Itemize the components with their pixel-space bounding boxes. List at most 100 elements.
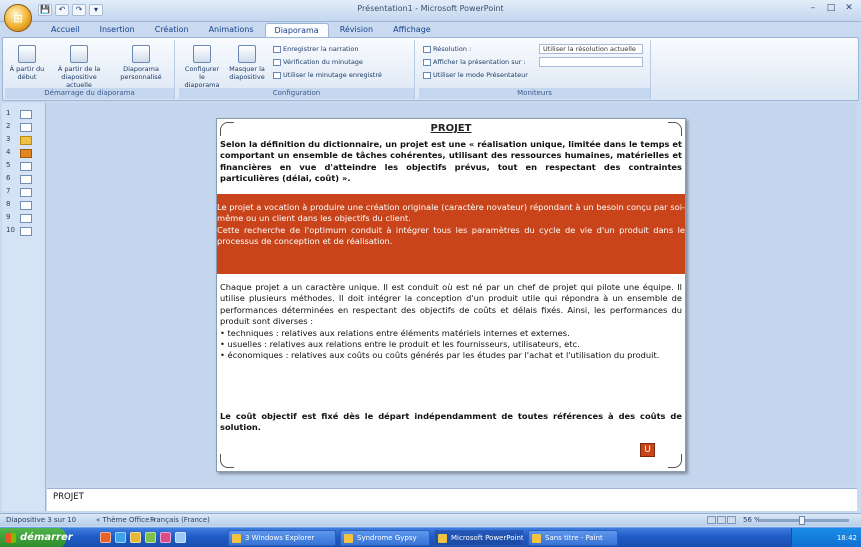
tab-accueil[interactable]: Accueil bbox=[42, 23, 89, 37]
record-narration-button[interactable]: Enregistrer la narration bbox=[273, 44, 359, 54]
maximize-button[interactable]: □ bbox=[823, 3, 839, 15]
quick-launch-icon[interactable] bbox=[175, 532, 186, 543]
slide-paragraph-cost[interactable]: Le coût objectif est fixé dès le départ … bbox=[220, 411, 682, 434]
slide-thumb[interactable]: 2 bbox=[6, 122, 42, 133]
slide-corner-decoration bbox=[220, 454, 234, 468]
slide-sorter-icon[interactable] bbox=[717, 516, 726, 524]
title-bar: 💾 ↶ ↷ ▾ Présentation1 - Microsoft PowerP… bbox=[0, 0, 861, 22]
custom-slideshow-button[interactable]: Diaporama personnalisé bbox=[113, 43, 169, 87]
slide-thumbnail-icon bbox=[20, 227, 32, 236]
notes-text: PROJET bbox=[53, 492, 84, 502]
taskbar-item[interactable]: Sans titre - Paint bbox=[528, 530, 618, 546]
presenter-view-checkbox[interactable]: Utiliser le mode Présentateur bbox=[423, 70, 528, 80]
slide-paragraph-definition[interactable]: Selon la définition du dictionnaire, un … bbox=[220, 139, 682, 185]
checkbox-icon bbox=[273, 71, 281, 79]
hide-slide-button[interactable]: Masquer la diapositive bbox=[225, 43, 269, 87]
slide-thumb[interactable]: 4 bbox=[6, 148, 42, 159]
start-button[interactable]: démarrer bbox=[0, 528, 73, 547]
hide-slide-icon bbox=[238, 45, 256, 63]
slide-action-button[interactable]: U bbox=[640, 443, 655, 457]
system-tray: 18:42 bbox=[791, 528, 861, 547]
status-bar: Diapositive 3 sur 10 « Thème Office » Fr… bbox=[0, 513, 861, 526]
slide-bullet: • techniques : relatives aux relations e… bbox=[220, 327, 570, 338]
quick-launch-icon[interactable] bbox=[145, 532, 156, 543]
slide-thumbnail-icon bbox=[20, 188, 32, 197]
office-button[interactable]: ⊞ bbox=[4, 4, 32, 32]
notes-pane[interactable]: PROJET bbox=[47, 488, 857, 511]
zoom-slider-thumb[interactable] bbox=[799, 516, 805, 525]
quick-launch bbox=[100, 532, 186, 543]
slides-panel: 1 2 3 4 5 6 7 8 9 10 bbox=[2, 103, 46, 511]
use-timings-checkbox[interactable]: Utiliser le minutage enregistré bbox=[273, 70, 382, 80]
from-beginning-button[interactable]: À partir du début bbox=[7, 43, 47, 87]
tab-insertion[interactable]: Insertion bbox=[91, 23, 144, 37]
quick-launch-icon[interactable] bbox=[100, 532, 111, 543]
monitor-icon bbox=[423, 45, 431, 53]
window-controls: – □ ✕ bbox=[805, 3, 857, 15]
show-on-dropdown[interactable] bbox=[539, 57, 643, 67]
zoom-controls: 56 % bbox=[707, 516, 857, 525]
tab-creation[interactable]: Création bbox=[146, 23, 198, 37]
group-label: Démarrage du diaporama bbox=[5, 88, 174, 99]
tab-revision[interactable]: Révision bbox=[331, 23, 382, 37]
ribbon-tabs: Accueil Insertion Création Animations Di… bbox=[42, 23, 440, 38]
rehearse-timings-button[interactable]: Vérification du minutage bbox=[273, 57, 363, 67]
minimize-button[interactable]: – bbox=[805, 3, 821, 15]
show-on-label: Afficher la présentation sur : bbox=[423, 57, 526, 67]
slide-band-text-2: Cette recherche de l'optimum conduit à i… bbox=[217, 224, 685, 247]
window-title: Présentation1 - Microsoft PowerPoint bbox=[357, 4, 504, 13]
slide-paragraph-body: Chaque projet a un caractère unique. Il … bbox=[220, 282, 682, 327]
microphone-icon bbox=[273, 45, 281, 53]
close-button[interactable]: ✕ bbox=[841, 3, 857, 15]
setup-slideshow-button[interactable]: Configurer le diaporama bbox=[181, 43, 223, 89]
tab-diaporama[interactable]: Diaporama bbox=[264, 23, 329, 37]
slide-thumb-selected[interactable]: 3 bbox=[6, 135, 42, 146]
slide-thumbnail-icon bbox=[20, 162, 32, 171]
slide-corner-decoration bbox=[668, 454, 682, 468]
slide-thumbnail-icon bbox=[20, 214, 32, 223]
clock[interactable]: 18:42 bbox=[837, 534, 857, 542]
from-current-slide-button[interactable]: À partir de la diapositive actuelle bbox=[51, 43, 107, 89]
normal-view-icon[interactable] bbox=[707, 516, 716, 524]
slide-thumb[interactable]: 9 bbox=[6, 213, 42, 224]
resolution-dropdown[interactable]: Utiliser la résolution actuelle bbox=[539, 44, 643, 54]
slide-canvas[interactable]: PROJET Selon la définition du dictionnai… bbox=[216, 118, 686, 472]
group-setup: Configurer le diaporama Masquer la diapo… bbox=[179, 40, 415, 99]
slide-thumb[interactable]: 6 bbox=[6, 174, 42, 185]
tab-affichage[interactable]: Affichage bbox=[384, 23, 440, 37]
slide-highlight-band[interactable]: Le projet a vocation à produire une créa… bbox=[217, 194, 685, 274]
setup-icon bbox=[193, 45, 211, 63]
slide-bullet: • usuelles : relatives aux relations ent… bbox=[220, 339, 580, 350]
quick-launch-icon[interactable] bbox=[115, 532, 126, 543]
slide-thumb[interactable]: 5 bbox=[6, 161, 42, 172]
slide-paragraph-performances[interactable]: Chaque projet a un caractère unique. Il … bbox=[220, 282, 682, 362]
resolution-label: Résolution : bbox=[423, 44, 471, 54]
slide-thumbnail-icon bbox=[20, 149, 32, 158]
theme-name: « Thème Office » bbox=[96, 516, 156, 524]
slideshow-view-icon[interactable] bbox=[727, 516, 736, 524]
taskbar-item-active[interactable]: Microsoft PowerPoint bbox=[434, 530, 524, 546]
taskbar-item[interactable]: 3 Windows Explorer bbox=[228, 530, 336, 546]
slide-band-text-1: Le projet a vocation à produire une créa… bbox=[217, 202, 685, 224]
slide-thumbnail-icon bbox=[20, 110, 32, 119]
display-icon bbox=[423, 58, 431, 66]
group-label: Moniteurs bbox=[419, 88, 650, 99]
ribbon: À partir du début À partir de la diaposi… bbox=[2, 37, 859, 101]
clock-icon bbox=[273, 58, 281, 66]
quick-launch-icon[interactable] bbox=[130, 532, 141, 543]
slide-thumb[interactable]: 1 bbox=[6, 109, 42, 120]
taskbar: démarrer 3 Windows Explorer Syndrome Gyp… bbox=[0, 527, 861, 547]
slide-thumbnail-icon bbox=[20, 123, 32, 132]
slide-title[interactable]: PROJET bbox=[217, 123, 685, 134]
group-label: Configuration bbox=[179, 88, 414, 99]
slide-thumb[interactable]: 8 bbox=[6, 200, 42, 211]
tab-animations[interactable]: Animations bbox=[200, 23, 263, 37]
language-indicator[interactable]: Français (France) bbox=[150, 516, 210, 524]
slide-counter: Diapositive 3 sur 10 bbox=[6, 516, 77, 524]
slide-thumbnail-icon bbox=[20, 201, 32, 210]
slide-thumb[interactable]: 10 bbox=[6, 226, 42, 237]
slide-thumbnail-icon bbox=[20, 136, 32, 145]
slide-thumb[interactable]: 7 bbox=[6, 187, 42, 198]
quick-launch-icon[interactable] bbox=[160, 532, 171, 543]
taskbar-item[interactable]: Syndrome Gypsy bbox=[340, 530, 430, 546]
